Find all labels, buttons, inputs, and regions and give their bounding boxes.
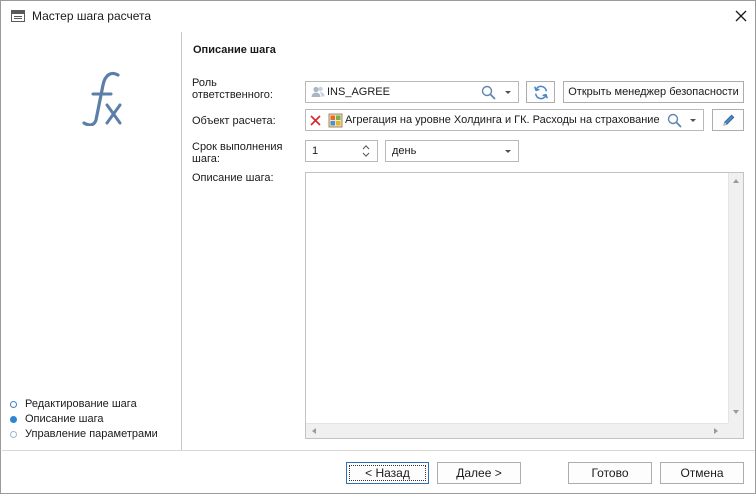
spin-up-icon (362, 145, 370, 150)
clear-icon[interactable] (310, 115, 321, 126)
deadline-number-stepper[interactable]: 1 (305, 140, 378, 162)
refresh-button[interactable] (526, 81, 555, 103)
open-security-manager-button[interactable]: Открыть менеджер безопасности (563, 81, 744, 103)
chevron-down-icon (505, 150, 511, 153)
next-button[interactable]: Далее > (437, 462, 521, 484)
search-icon[interactable] (481, 85, 496, 100)
step-label: Редактирование шага (25, 398, 137, 410)
deadline-label-line2: шага: (192, 153, 220, 165)
chevron-down-icon[interactable] (690, 119, 696, 122)
object-select[interactable]: Агрегация на уровне Холдинга и ГК. Расхо… (305, 109, 704, 131)
object-value: Агрегация на уровне Холдинга и ГК. Расхо… (345, 114, 660, 126)
step-edit[interactable]: Редактирование шага (8, 397, 158, 412)
step-indicator (10, 431, 17, 438)
vertical-scrollbar[interactable] (728, 173, 743, 423)
chevron-down-icon[interactable] (505, 91, 511, 94)
description-label: Описание шага: (192, 172, 274, 184)
description-textarea[interactable] (305, 172, 744, 439)
wizard-window: Мастер шага расчета Редактирование шага … (0, 0, 756, 494)
scroll-down-icon[interactable] (733, 410, 739, 414)
cube-icon (328, 113, 343, 128)
back-button[interactable]: < Назад (346, 462, 429, 484)
role-value: INS_AGREE (327, 86, 390, 98)
step-indicator-active (10, 416, 17, 423)
role-label: Роль ответственного: (192, 77, 273, 101)
deadline-label-line1: Срок выполнения (192, 141, 283, 153)
refresh-icon (534, 85, 548, 100)
object-label: Объект расчета: (192, 115, 276, 127)
role-select[interactable]: INS_AGREE (305, 81, 519, 103)
step-indicator (10, 401, 17, 408)
fx-icon (82, 71, 122, 126)
wizard-steps: Редактирование шага Описание шага Управл… (8, 397, 158, 442)
spin-down-icon (362, 152, 370, 157)
title-bar: Мастер шага расчета (1, 1, 755, 32)
wizard-sidebar: Редактирование шага Описание шага Управл… (2, 32, 182, 450)
footer-divider (2, 450, 755, 451)
section-title: Описание шага (193, 44, 276, 56)
role-label-line2: ответственного: (192, 89, 273, 101)
role-label-line1: Роль (192, 77, 217, 89)
spin-arrows[interactable] (362, 143, 370, 159)
window-title: Мастер шага расчета (32, 9, 152, 23)
deadline-label: Срок выполнения шага: (192, 141, 282, 165)
scroll-up-icon[interactable] (733, 179, 739, 183)
step-label: Описание шага (25, 413, 104, 425)
scroll-right-icon[interactable] (714, 428, 718, 434)
pencil-icon (723, 114, 735, 126)
horizontal-scrollbar[interactable] (306, 423, 728, 438)
users-icon (311, 86, 325, 97)
scroll-left-icon[interactable] (312, 428, 316, 434)
deadline-unit: день (392, 145, 417, 157)
window-icon (11, 10, 25, 22)
cancel-button[interactable]: Отмена (660, 462, 744, 484)
close-icon (735, 10, 747, 22)
step-parameters[interactable]: Управление параметрами (8, 427, 158, 442)
deadline-number: 1 (312, 145, 319, 157)
edit-object-button[interactable] (712, 109, 744, 131)
step-label: Управление параметрами (25, 428, 158, 440)
step-description[interactable]: Описание шага (8, 412, 158, 427)
finish-button[interactable]: Готово (568, 462, 652, 484)
deadline-unit-select[interactable]: день (385, 140, 519, 162)
close-button[interactable] (729, 5, 753, 27)
scroll-corner (728, 423, 743, 438)
search-icon[interactable] (667, 113, 682, 128)
